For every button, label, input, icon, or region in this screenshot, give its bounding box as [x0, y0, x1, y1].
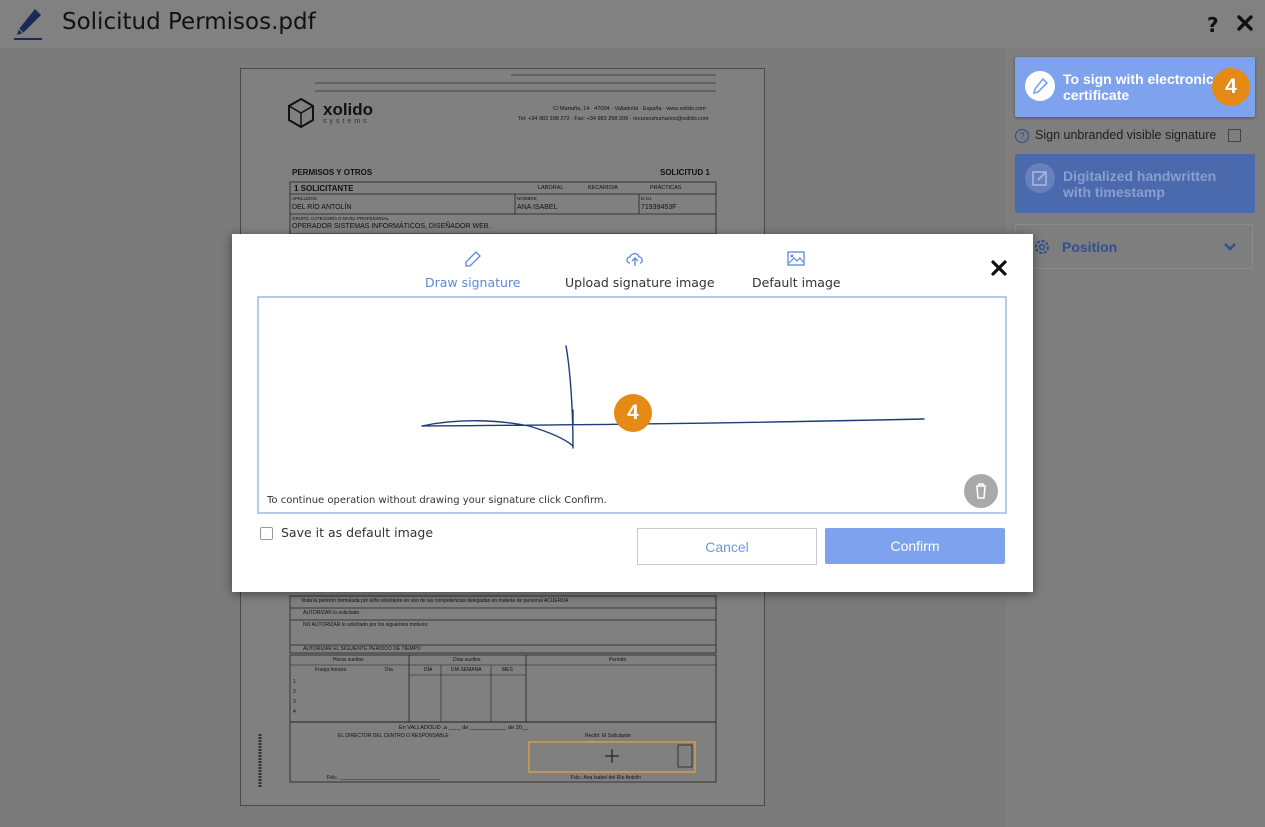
unbranded-checkbox[interactable]	[1227, 129, 1241, 143]
position-label: Position	[1062, 239, 1118, 255]
row-4: 4	[293, 709, 296, 715]
place-date: En VALLADOLID ,a ____ de ____________ de…	[399, 725, 528, 731]
form-number: SOLICITUD 1	[660, 168, 710, 177]
canvas-hint: To continue operation without drawing yo…	[267, 495, 607, 506]
step-badge: 4	[1212, 68, 1250, 106]
digitalized-handwritten-label: Digitalized handwritten with timestamp	[1063, 168, 1217, 200]
title-bar: Solicitud Permisos.pdf ?	[0, 0, 1265, 48]
apellidos-label: APELLIDOS	[292, 196, 318, 201]
tab-upload-label: Upload signature image	[565, 275, 715, 290]
apellidos-value: DEL RÍO ANTOLÍN	[292, 204, 352, 211]
info-icon[interactable]: ?	[1015, 128, 1029, 143]
save-default-checkbox[interactable]	[260, 527, 273, 540]
dni-value: 71939453F	[641, 204, 677, 211]
row-3: 3	[293, 699, 296, 705]
pencil-icon	[464, 251, 481, 267]
col-d: DÍA	[424, 667, 433, 673]
row-2: 2	[293, 689, 296, 695]
resolution-intro: Vista la petición formulada por el/la so…	[301, 598, 569, 604]
unbranded-label: Sign unbranded visible signature	[1035, 128, 1217, 142]
confirm-button[interactable]: Confirm	[825, 528, 1005, 564]
option-becario: BECARIO/A	[588, 185, 618, 191]
close-icon[interactable]	[990, 259, 1008, 277]
position-accordion[interactable]: Position	[1015, 224, 1253, 269]
col-periodo: Periodo	[609, 657, 627, 663]
pen-icon	[1025, 71, 1055, 101]
digitalized-handwritten-button[interactable]: Digitalized handwritten with timestamp	[1015, 154, 1255, 213]
cancel-button[interactable]: Cancel	[637, 528, 817, 565]
resolution-opt1: AUTORIZAR lo solicitado.	[303, 610, 361, 616]
company-logo: xolido	[323, 100, 374, 119]
cloud-upload-icon	[626, 252, 643, 266]
sign-electronic-certificate-label: To sign with electronic certificate	[1063, 71, 1214, 103]
help-icon[interactable]: ?	[1207, 13, 1219, 37]
resolution-opt2: NO AUTORIZAR lo solicitado por los sigui…	[303, 622, 429, 628]
tab-upload-signature-image[interactable]: Upload signature image	[565, 250, 715, 290]
sign-electronic-certificate-button[interactable]: To sign with electronic certificate 4	[1015, 57, 1255, 117]
form-title: PERMISOS Y OTROS	[292, 168, 373, 177]
image-icon	[787, 251, 805, 266]
grupo-value: OPERADOR SISTEMAS INFORMÁTICOS, DISEÑADO…	[292, 223, 491, 230]
step-badge: 4	[614, 394, 652, 432]
resolution-opt3: AUTORIZAR EL SIGUIENTE PERIODO DE TIEMPO	[303, 646, 421, 652]
section-applicant: 1 SOLICITANTE	[294, 184, 354, 193]
document-title: Solicitud Permisos.pdf	[62, 9, 316, 35]
unbranded-signature-option: ? Sign unbranded visible signature	[1015, 128, 1241, 143]
director-label: EL DIRECTOR DEL CENTRO O RESPONSABLE	[338, 733, 449, 739]
col-mes: MES	[502, 667, 513, 673]
save-default-label: Save it as default image	[281, 525, 434, 540]
option-practicas: PRÁCTICAS	[650, 185, 682, 191]
received-label: Recibí: El Solicitante	[585, 733, 631, 739]
fdo-left: Fdo.: __________________________________…	[327, 775, 440, 781]
company-address: C/ Martaña, 14 · 47004 · Valladolid · Es…	[553, 106, 706, 112]
signature-dialog: Draw signature Upload signature image De…	[232, 234, 1033, 592]
col-franja: Franja horaria	[315, 667, 347, 673]
company-subtitle: systems	[323, 118, 370, 125]
gear-icon	[1035, 240, 1049, 254]
col-dia: Día	[385, 667, 393, 673]
pen-icon	[14, 9, 42, 40]
edit-icon	[1025, 163, 1055, 193]
col-horas: Horas sueltas	[333, 657, 364, 663]
dni-label: D.N.I.	[641, 196, 653, 201]
company-contact: Tel: +34 983 298 272 · Fax: +34 983 298 …	[518, 116, 709, 122]
fdo-right: Fdo.: Ana Isabel del Río Antolín	[571, 775, 642, 781]
chevron-down-icon	[1224, 243, 1236, 251]
grupo-label: GRUPO, CATEGORÍA O NIVEL PROFESIONAL	[292, 216, 390, 221]
tab-draw-signature[interactable]: Draw signature	[425, 250, 521, 290]
col-dias: Días sueltos	[453, 657, 481, 663]
tab-default-label: Default image	[752, 275, 841, 290]
col-semana: DÍA SEMANA	[451, 667, 482, 673]
option-laboral: LABORAL	[538, 185, 564, 191]
tab-draw-label: Draw signature	[425, 275, 521, 290]
tab-default-image[interactable]: Default image	[752, 250, 841, 290]
nombre-value: ANA ISABEL	[517, 204, 558, 211]
close-icon[interactable]	[1236, 14, 1254, 32]
trash-icon	[976, 483, 986, 499]
signature-canvas[interactable]: 4 To continue operation without drawing …	[257, 296, 1007, 514]
clear-signature-button[interactable]	[964, 474, 998, 508]
row-1: 1	[293, 679, 296, 685]
nombre-label: NOMBRE	[517, 196, 537, 201]
save-default-option[interactable]: Save it as default image	[260, 525, 433, 540]
